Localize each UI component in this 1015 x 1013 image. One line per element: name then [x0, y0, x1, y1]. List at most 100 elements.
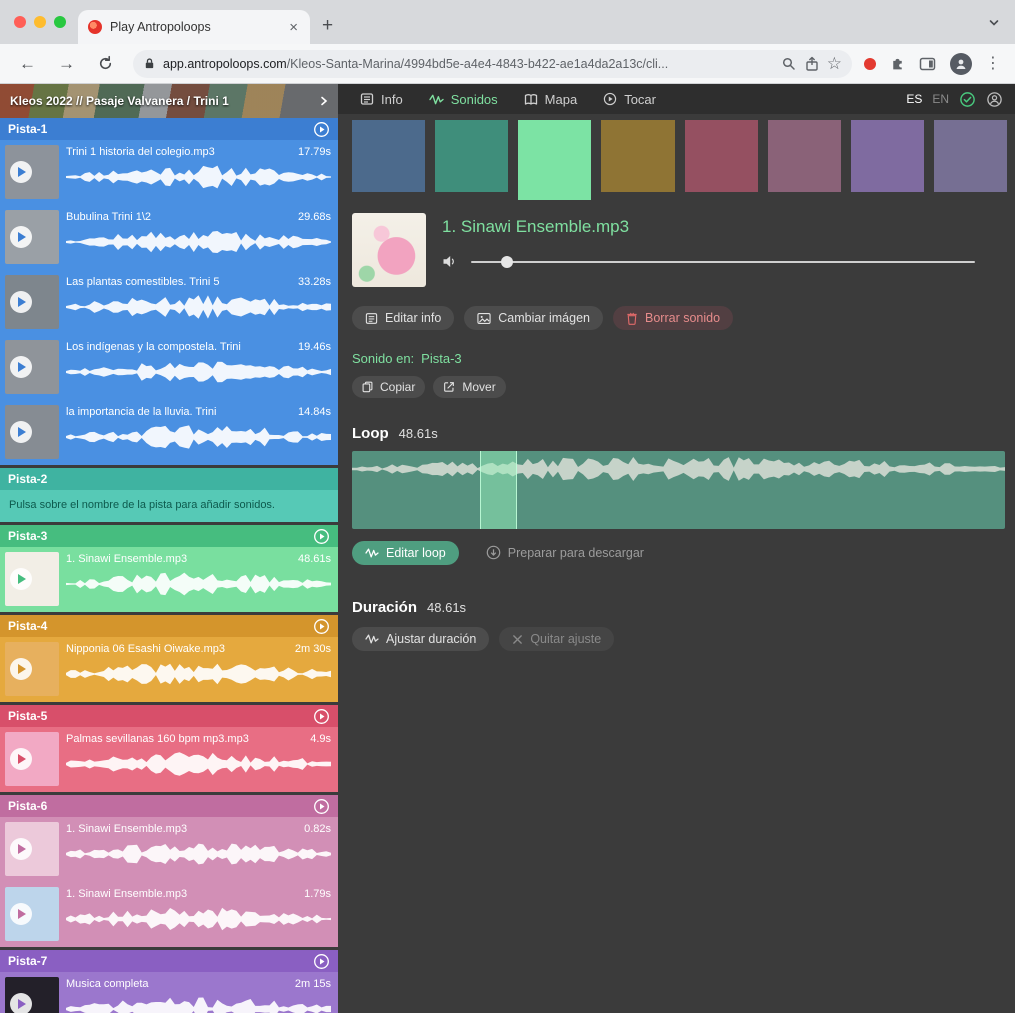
play-overlay-icon[interactable]: [10, 658, 32, 680]
sound-item[interactable]: Trini 1 historia del colegio.mp3 17.79s: [0, 140, 338, 205]
tab-mapa[interactable]: Mapa: [524, 92, 578, 107]
new-tab-button[interactable]: +: [322, 15, 333, 37]
play-overlay-icon[interactable]: [10, 226, 32, 248]
track-play-icon[interactable]: [313, 953, 330, 970]
swatch-track-3-selected[interactable]: [518, 120, 591, 200]
loop-selection-region[interactable]: [480, 451, 517, 529]
track-header[interactable]: Pista-3: [0, 525, 338, 547]
swatch-track-2[interactable]: [435, 120, 508, 192]
record-extension-icon[interactable]: [864, 58, 876, 70]
tab-info[interactable]: Info: [360, 92, 403, 107]
track-pista-5: Pista-5 Palmas sevillanas 160 bpm mp3.mp…: [0, 705, 338, 792]
swatch-track-8[interactable]: [934, 120, 1007, 192]
track-header[interactable]: Pista-2: [0, 468, 338, 490]
forward-button[interactable]: →: [49, 54, 84, 74]
prepare-download-button[interactable]: Preparar para descargar: [473, 540, 657, 565]
play-overlay-icon[interactable]: [10, 568, 32, 590]
sound-item[interactable]: Las plantas comestibles. Trini 5 33.28s: [0, 270, 338, 335]
share-icon[interactable]: [804, 56, 820, 72]
account-person-icon[interactable]: [986, 91, 1003, 108]
duration-actions: Ajustar duración Quitar ajuste: [352, 627, 1007, 651]
lang-es-button[interactable]: ES: [906, 92, 922, 106]
sound-thumbnail: [5, 340, 59, 394]
reload-button[interactable]: [88, 55, 123, 72]
volume-slider-knob[interactable]: [501, 256, 513, 268]
sound-item[interactable]: Nipponia 06 Esashi Oiwake.mp3 2m 30s: [0, 637, 338, 702]
lang-en-button[interactable]: EN: [932, 92, 949, 106]
duration-value: 48.61s: [427, 600, 466, 615]
sound-location-track-link[interactable]: Pista-3: [421, 351, 461, 366]
breadcrumb[interactable]: Kleos 2022 // Pasaje Valvanera / Trini 1: [0, 84, 338, 118]
padlock-icon[interactable]: [143, 57, 156, 70]
sound-location-label: Sonido en:: [352, 351, 414, 366]
remove-adjust-button[interactable]: Quitar ajuste: [499, 627, 614, 651]
sound-item[interactable]: 1. Sinawi Ensemble.mp3 1.79s: [0, 882, 338, 947]
track-play-icon[interactable]: [313, 618, 330, 635]
sound-title: Trini 1 historia del colegio.mp3: [66, 145, 221, 159]
track-header[interactable]: Pista-5: [0, 705, 338, 727]
play-overlay-icon[interactable]: [10, 161, 32, 183]
sound-item[interactable]: la importancia de la lluvia. Trini 14.84…: [0, 400, 338, 465]
tabs-menu-chevron-icon[interactable]: [987, 16, 1001, 30]
track-play-icon[interactable]: [313, 121, 330, 138]
zoom-window-button[interactable]: [54, 16, 66, 28]
zoom-icon[interactable]: [781, 56, 797, 72]
track-header[interactable]: Pista-7: [0, 950, 338, 972]
adjust-duration-button[interactable]: Ajustar duración: [352, 627, 489, 651]
browser-tab[interactable]: Play Antropoloops ×: [78, 10, 310, 44]
change-image-button[interactable]: Cambiar imágen: [464, 306, 603, 330]
play-overlay-icon[interactable]: [10, 903, 32, 925]
play-overlay-icon[interactable]: [10, 356, 32, 378]
play-overlay-icon[interactable]: [10, 421, 32, 443]
swatch-track-5[interactable]: [685, 120, 758, 192]
sound-item[interactable]: Musica completa 2m 15s: [0, 972, 338, 1013]
move-button[interactable]: Mover: [433, 376, 505, 398]
extensions-puzzle-icon[interactable]: [889, 55, 906, 72]
browser-tabstrip: Play Antropoloops × +: [0, 0, 1015, 44]
delete-sound-button[interactable]: Borrar sonido: [613, 306, 733, 330]
sound-title: 1. Sinawi Ensemble.mp3: [66, 887, 193, 901]
sound-item[interactable]: Los indígenas y la compostela. Trini 19.…: [0, 335, 338, 400]
swatch-track-1[interactable]: [352, 120, 425, 192]
edit-loop-button[interactable]: Editar loop: [352, 541, 459, 565]
sound-item-selected[interactable]: 1. Sinawi Ensemble.mp3 48.61s: [0, 547, 338, 612]
track-play-icon[interactable]: [313, 708, 330, 725]
sound-item[interactable]: Bubulina Trini 1\2 29.68s: [0, 205, 338, 270]
loop-waveform-panel[interactable]: [352, 451, 1005, 529]
browser-profile-avatar[interactable]: [950, 53, 972, 75]
copy-button[interactable]: Copiar: [352, 376, 425, 398]
edit-info-button[interactable]: Editar info: [352, 306, 454, 330]
track-header[interactable]: Pista-1: [0, 118, 338, 140]
play-overlay-icon[interactable]: [10, 748, 32, 770]
tab-close-icon[interactable]: ×: [285, 18, 302, 37]
sound-item[interactable]: Palmas sevillanas 160 bpm mp3.mp3 4.9s: [0, 727, 338, 792]
play-overlay-icon[interactable]: [10, 993, 32, 1013]
close-window-button[interactable]: [14, 16, 26, 28]
url-bar[interactable]: app.antropoloops.com/Kleos-Santa-Marina/…: [133, 50, 852, 78]
sync-check-icon[interactable]: [959, 91, 976, 108]
track-play-icon[interactable]: [313, 798, 330, 815]
side-panel-icon[interactable]: [919, 56, 937, 72]
volume-slider[interactable]: [471, 261, 975, 263]
minimize-window-button[interactable]: [34, 16, 46, 28]
swatch-track-6[interactable]: [768, 120, 841, 192]
play-overlay-icon[interactable]: [10, 838, 32, 860]
track-header[interactable]: Pista-4: [0, 615, 338, 637]
swatch-track-4[interactable]: [601, 120, 674, 192]
tab-favicon-icon: [88, 20, 102, 34]
breadcrumb-expand-icon[interactable]: [318, 95, 330, 107]
sound-item[interactable]: 1. Sinawi Ensemble.mp3 0.82s: [0, 817, 338, 882]
track-play-icon[interactable]: [313, 528, 330, 545]
play-overlay-icon[interactable]: [10, 291, 32, 313]
swatch-track-7[interactable]: [851, 120, 924, 192]
x-icon: [512, 634, 523, 645]
tab-tocar[interactable]: Tocar: [603, 92, 656, 107]
track-header[interactable]: Pista-6: [0, 795, 338, 817]
browser-menu-icon[interactable]: ⋮: [985, 56, 1001, 72]
back-button[interactable]: ←: [10, 54, 45, 74]
copy-icon: [362, 381, 373, 393]
tab-sonidos[interactable]: Sonidos: [429, 92, 498, 107]
sound-image[interactable]: [352, 213, 426, 287]
speaker-icon[interactable]: [442, 254, 458, 269]
bookmark-star-icon[interactable]: ☆: [827, 55, 842, 72]
